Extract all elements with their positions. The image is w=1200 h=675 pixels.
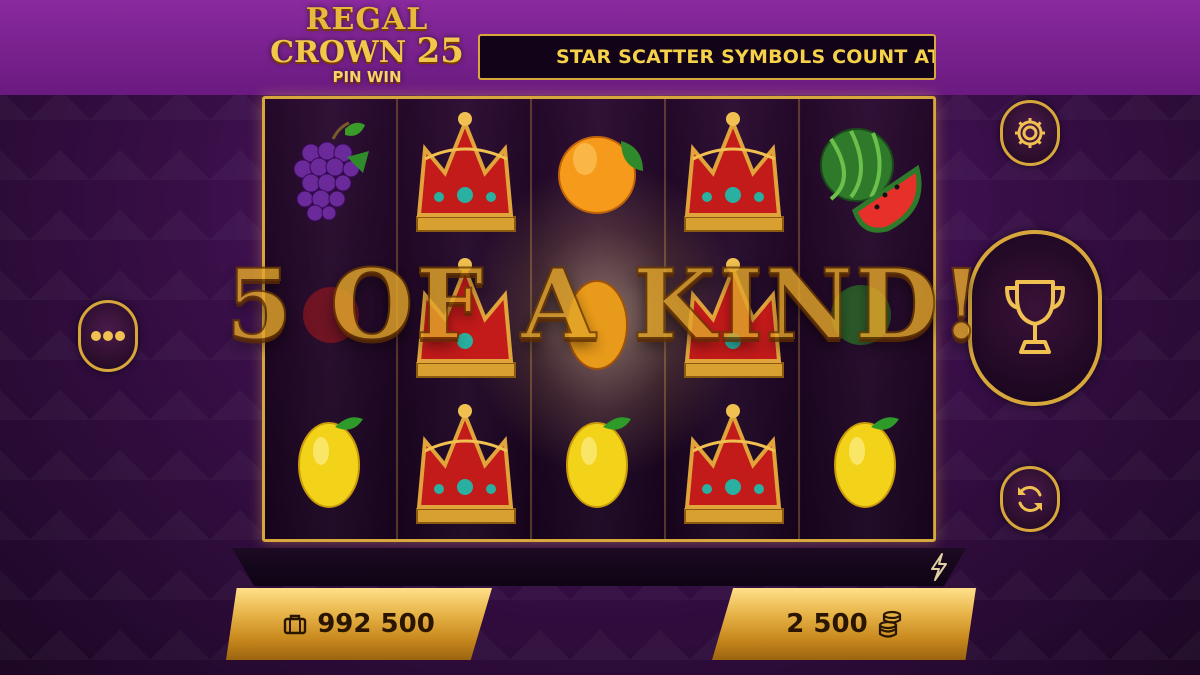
coins-icon <box>878 610 901 638</box>
grapes-symbol <box>265 99 398 245</box>
more-dots-icon <box>91 331 125 341</box>
balance-value: 992 500 <box>317 609 435 639</box>
refresh-icon <box>1018 486 1042 512</box>
lemon-symbol <box>533 391 666 537</box>
crown-symbol <box>265 245 398 391</box>
lightning-icon[interactable] <box>928 552 950 582</box>
crown-symbol <box>667 245 800 391</box>
bet-value: 2 500 <box>786 609 868 639</box>
logo-number: 25 <box>416 31 464 71</box>
watermelon-symbol <box>801 99 934 245</box>
watermelon-symbol <box>801 245 934 391</box>
crown-symbol <box>399 391 532 537</box>
wallet-icon <box>283 614 307 635</box>
logo-word-crown: CROWN <box>270 35 407 70</box>
lemon-symbol <box>265 391 398 537</box>
orange-symbol <box>533 99 666 245</box>
lemon-symbol <box>801 391 934 537</box>
balance-panel: 992 500 <box>226 588 492 660</box>
game-logo: REGAL CROWN 25 PIN WIN <box>262 4 472 92</box>
settings-button[interactable] <box>1000 100 1060 166</box>
menu-button[interactable] <box>78 300 138 372</box>
orange-symbol <box>533 245 666 391</box>
spin-button[interactable] <box>968 230 1102 406</box>
logo-line-2: CROWN 25 <box>262 34 472 70</box>
bet-panel[interactable]: 2 500 <box>712 588 976 660</box>
trophy-icon <box>1005 280 1065 354</box>
crown-symbol <box>399 99 532 245</box>
crown-symbol <box>667 391 800 537</box>
info-ticker: STAR SCATTER SYMBOLS COUNT AT ANY <box>478 34 936 80</box>
autoplay-button[interactable] <box>1000 466 1060 532</box>
ticker-text: STAR SCATTER SYMBOLS COUNT AT ANY <box>556 46 934 68</box>
crown-symbol <box>667 99 800 245</box>
gear-icon <box>1015 118 1045 148</box>
info-bar <box>232 548 966 586</box>
crown-symbol <box>399 245 532 391</box>
reels-frame <box>262 96 936 542</box>
